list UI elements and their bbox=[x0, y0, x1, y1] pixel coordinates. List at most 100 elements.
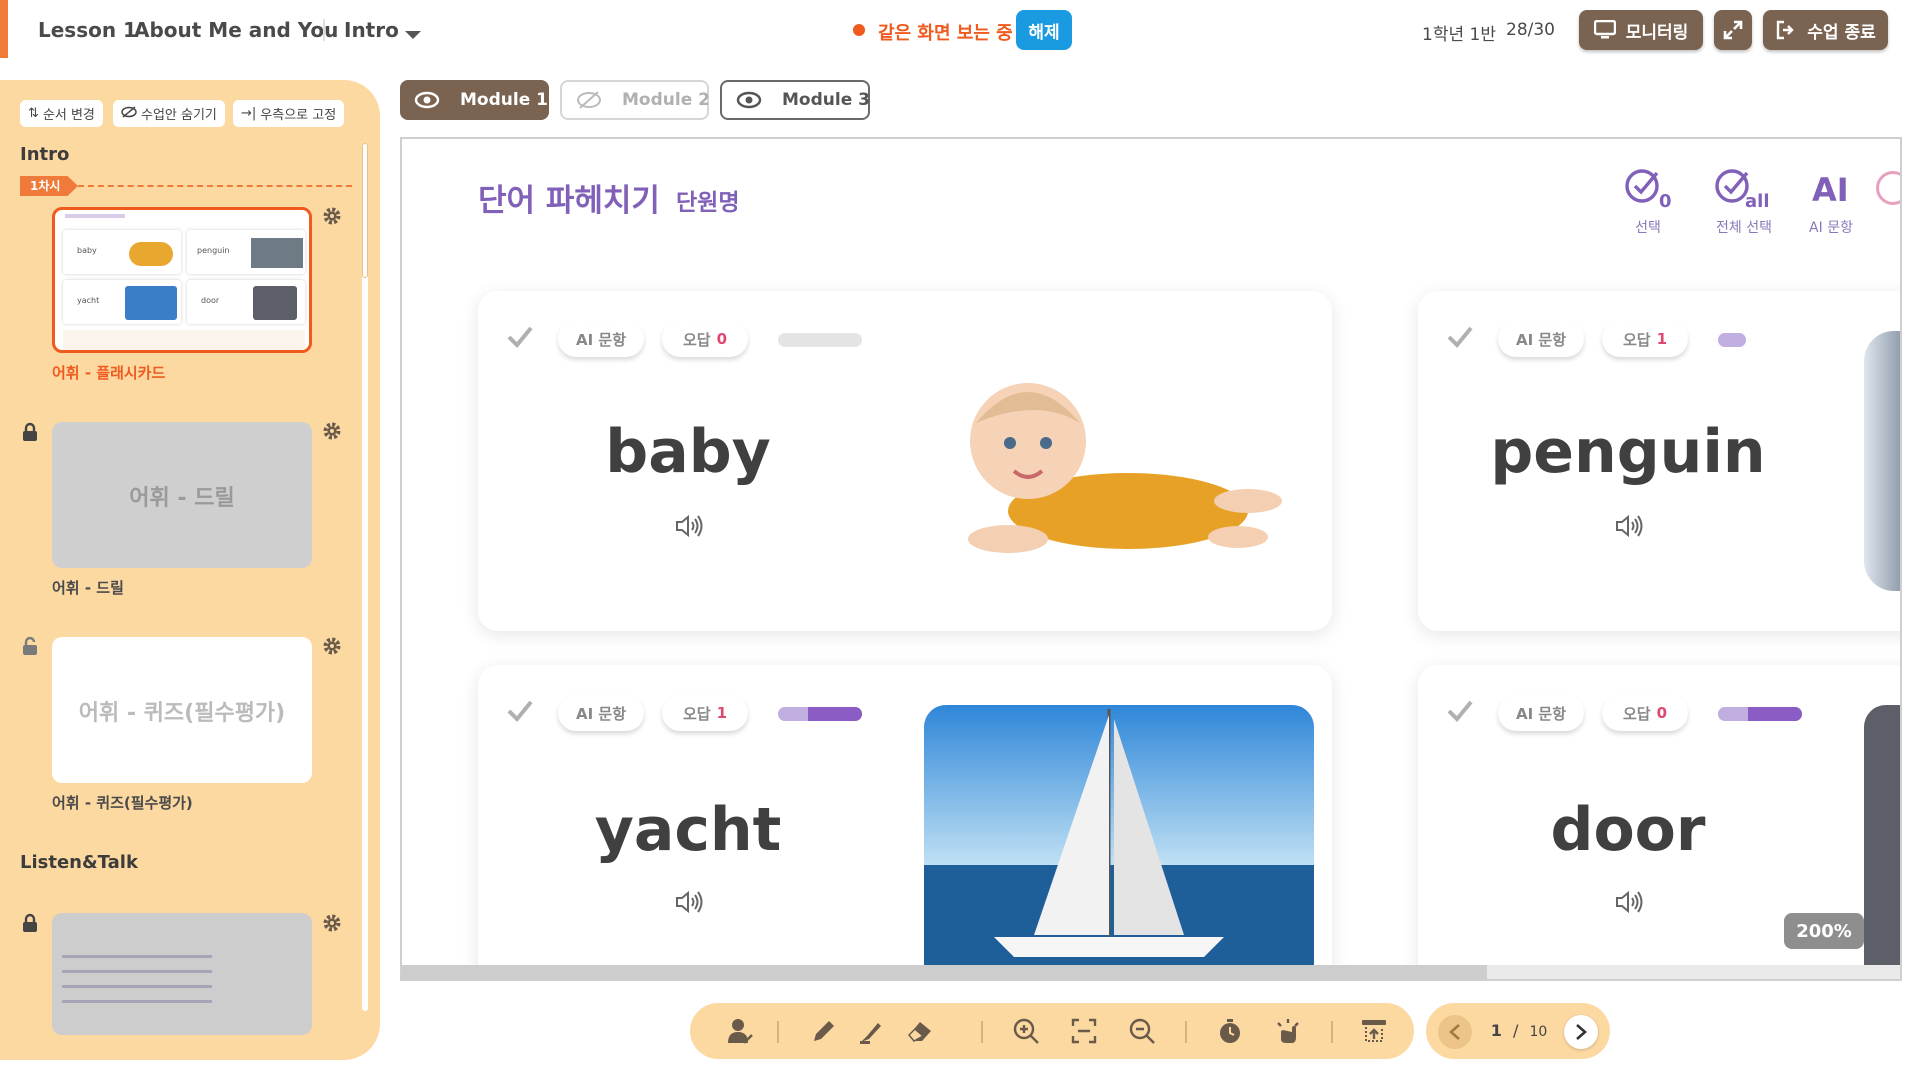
ai-pill-label: AI 문항 bbox=[575, 330, 626, 349]
select-button[interactable]: 0 선택 bbox=[1620, 167, 1676, 237]
period-divider bbox=[78, 185, 352, 187]
select-label: 선택 bbox=[1635, 220, 1661, 236]
flashcard-yacht[interactable]: AI 문항 오답 1 yacht bbox=[478, 665, 1332, 967]
unit-name: 단원명 bbox=[676, 190, 740, 216]
speaker-icon[interactable] bbox=[674, 513, 704, 543]
pin-right-button[interactable]: →| 우측으로 고정 bbox=[233, 100, 345, 127]
speaker-icon[interactable] bbox=[1614, 889, 1644, 919]
release-button[interactable]: 해제 bbox=[1016, 10, 1072, 50]
lock-icon bbox=[22, 913, 38, 937]
thumb-word-baby: baby bbox=[77, 246, 97, 255]
zoom-out-icon[interactable] bbox=[1128, 1017, 1156, 1045]
wrong-count: 1 bbox=[1656, 330, 1668, 348]
next-page-button[interactable] bbox=[1564, 1015, 1598, 1049]
monitoring-label: 모니터링 bbox=[1625, 22, 1689, 43]
wrong-label: 오답 bbox=[1622, 704, 1651, 723]
check-icon[interactable] bbox=[506, 325, 534, 353]
pencil-icon[interactable] bbox=[810, 1017, 838, 1045]
exit-icon bbox=[1775, 20, 1797, 40]
tab-module-2[interactable]: Module 2 bbox=[560, 80, 710, 120]
end-class-button[interactable]: 수업 종료 bbox=[1763, 10, 1888, 50]
wrong-count: 0 bbox=[1656, 704, 1668, 722]
check-zero-icon: 0 bbox=[1623, 169, 1673, 213]
thumb-yacht-image bbox=[125, 286, 177, 320]
fullscreen-button[interactable] bbox=[1714, 10, 1752, 50]
wrong-count-pill[interactable]: 오답 0 bbox=[1602, 695, 1688, 731]
speaker-icon[interactable] bbox=[674, 889, 704, 919]
arrow-right-bar-icon: →| bbox=[241, 106, 257, 121]
gear-icon[interactable] bbox=[322, 636, 342, 660]
thumb-word-door: door bbox=[201, 296, 220, 305]
check-all-icon: all bbox=[1713, 169, 1775, 213]
reorder-icon: ⇅ bbox=[28, 106, 39, 121]
svg-text:0: 0 bbox=[1659, 191, 1672, 209]
prev-page-button[interactable] bbox=[1438, 1015, 1472, 1049]
flashcard-baby[interactable]: AI 문항 오답 0 baby bbox=[478, 291, 1332, 631]
ai-question-pill[interactable]: AI 문항 bbox=[1498, 695, 1584, 731]
sidebar-scroll-thumb[interactable] bbox=[362, 143, 368, 278]
chevron-down-icon[interactable] bbox=[404, 26, 422, 45]
highlighter-icon[interactable] bbox=[858, 1017, 886, 1045]
drill-placeholder: 어휘 - 드릴 bbox=[129, 486, 235, 511]
timer-icon[interactable] bbox=[1216, 1017, 1244, 1045]
wrong-count-pill[interactable]: 오답 1 bbox=[662, 695, 748, 731]
word-penguin: penguin bbox=[1490, 417, 1766, 487]
ai-question-pill[interactable]: AI 문항 bbox=[558, 695, 644, 731]
page-separator: / bbox=[1512, 1021, 1519, 1040]
svg-text:all: all bbox=[1745, 191, 1770, 209]
reorder-button[interactable]: ⇅ 순서 변경 bbox=[20, 100, 103, 127]
tab-module-1[interactable]: Module 1 bbox=[400, 80, 549, 120]
lesson-card-listen-talk[interactable] bbox=[52, 913, 312, 1035]
thumb-door-image bbox=[253, 286, 297, 320]
flashcard-penguin[interactable]: AI 문항 오답 1 penguin bbox=[1418, 291, 1900, 631]
baby-image bbox=[938, 361, 1288, 581]
lesson-card-quiz[interactable]: 어휘 - 퀴즈(필수평가) bbox=[52, 637, 312, 783]
quiz-placeholder: 어휘 - 퀴즈(필수평가) bbox=[78, 701, 286, 726]
speaker-icon[interactable] bbox=[1614, 513, 1644, 543]
zoom-in-icon[interactable] bbox=[1012, 1017, 1040, 1045]
viewer-hscroll-thumb[interactable] bbox=[402, 965, 1487, 979]
monitoring-button[interactable]: 모니터링 bbox=[1579, 10, 1703, 50]
section-dropdown-label[interactable]: Intro bbox=[344, 18, 399, 42]
check-icon[interactable] bbox=[1446, 699, 1474, 727]
wrong-count-pill[interactable]: 오답 1 bbox=[1602, 321, 1688, 357]
lesson-card-flashcard[interactable]: baby penguin yacht door bbox=[52, 207, 312, 353]
lesson-label: Lesson 1 bbox=[38, 18, 137, 42]
eye-off-icon bbox=[121, 105, 137, 122]
current-page: 1 bbox=[1490, 1021, 1502, 1040]
tab-module-3[interactable]: Module 3 bbox=[720, 80, 870, 120]
gear-icon[interactable] bbox=[322, 206, 342, 230]
fit-screen-icon[interactable] bbox=[1070, 1017, 1098, 1045]
page-navigator: 1 / 10 bbox=[1426, 1003, 1610, 1059]
lesson-caption-drill: 어휘 - 드릴 bbox=[52, 579, 124, 597]
thumb-card-yacht: yacht bbox=[63, 280, 181, 324]
more-actions-icon[interactable] bbox=[1876, 171, 1900, 205]
ai-question-button[interactable]: AI AI 문항 bbox=[1796, 167, 1866, 237]
student-check-icon[interactable] bbox=[726, 1017, 754, 1045]
pin-right-label: 우측으로 고정 bbox=[260, 108, 337, 123]
select-all-button[interactable]: all 전체 선택 bbox=[1706, 167, 1782, 237]
screen-share-icon[interactable] bbox=[1360, 1017, 1388, 1045]
class-name: 1학년 1반 bbox=[1422, 25, 1496, 45]
wrong-label: 오답 bbox=[682, 704, 711, 723]
gear-icon[interactable] bbox=[322, 913, 342, 937]
ai-question-pill[interactable]: AI 문항 bbox=[1498, 321, 1584, 357]
word-baby: baby bbox=[605, 417, 771, 487]
live-indicator-dot bbox=[853, 24, 865, 36]
ai-question-pill[interactable]: AI 문항 bbox=[558, 321, 644, 357]
check-icon[interactable] bbox=[506, 699, 534, 727]
lesson-title: About Me and You bbox=[134, 18, 339, 42]
hide-plan-button[interactable]: 수업안 숨기기 bbox=[113, 100, 225, 127]
lesson-caption-quiz: 어휘 - 퀴즈(필수평가) bbox=[52, 794, 193, 812]
raise-hand-icon[interactable] bbox=[1274, 1017, 1302, 1045]
thumb-card-penguin: penguin bbox=[187, 230, 305, 274]
wrong-count-pill[interactable]: 오답 0 bbox=[662, 321, 748, 357]
toolbar-divider bbox=[1331, 1021, 1333, 1043]
lesson-card-drill[interactable]: 어휘 - 드릴 bbox=[52, 422, 312, 568]
eraser-icon[interactable] bbox=[906, 1017, 934, 1045]
header: Lesson 1 About Me and You Intro 같은 화면 보는… bbox=[0, 0, 1920, 60]
gear-icon[interactable] bbox=[322, 421, 342, 445]
toolbar-divider bbox=[1185, 1021, 1187, 1043]
thumb-card-baby: baby bbox=[63, 230, 181, 274]
check-icon[interactable] bbox=[1446, 325, 1474, 353]
